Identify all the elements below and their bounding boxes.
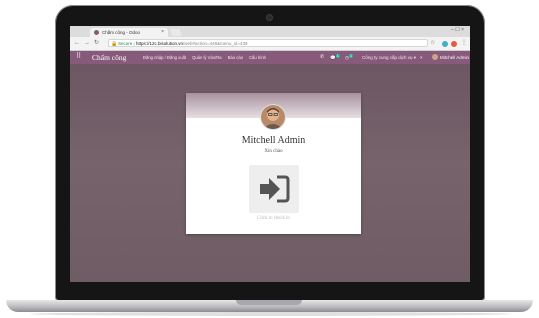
browser-tabstrip: Chấm công - Odoo × – ☐ × [70,26,470,37]
browser-toolbar: ← → ↻ 🔒 Secure | https://12c.bisolution.… [70,37,470,51]
menu-item-checkin[interactable]: Đăng nhập / Đăng xuất [143,51,186,64]
forward-icon[interactable]: → [84,39,90,47]
checkin-card: Mitchell Admin Xin chào Click to check i… [186,93,361,234]
window-controls[interactable]: – ☐ × [451,27,464,33]
back-icon[interactable]: ← [74,39,80,47]
extension-icon[interactable] [442,41,448,47]
caret-down-icon: ▾ [413,55,417,60]
main-content: Mitchell Admin Xin chào Click to check i… [70,64,470,282]
app-name[interactable]: Chấm công [92,52,126,63]
lock-icon: 🔒 [111,41,118,47]
menu-item-config[interactable]: Cấu hình [249,51,266,64]
new-tab-button[interactable] [169,29,183,36]
tab-close-icon[interactable]: × [161,28,164,37]
url-host: https://12c.bisolution.vn [135,41,183,46]
menu-item-manage[interactable]: Quản lý Vào/Ra [192,51,222,64]
tab-title: Chấm công - Odoo [102,30,141,35]
browser-menu-icon[interactable]: ⋮ [461,39,467,46]
address-bar[interactable]: 🔒 Secure | https://12c.bisolution.vn/web… [108,39,428,47]
sign-in-icon [260,175,290,203]
laptop-shadow [30,312,510,316]
screen: Chấm công - Odoo × – ☐ × ← → ↻ 🔒 Secure … [70,26,470,282]
activity-icon[interactable]: ◷1 [345,51,353,64]
secure-label: Secure [118,41,133,46]
url-separator: | [133,41,135,46]
company-switcher[interactable]: Công ty cung cấp dịch vụ ▾ [362,51,416,64]
menu-item-reports[interactable]: Báo cáo [228,51,243,64]
laptop-notch [236,300,302,305]
chat-icon[interactable]: 💬1 [330,51,340,64]
main-menu: Đăng nhập / Đăng xuất Quản lý Vào/Ra Báo… [143,51,266,64]
phone-icon[interactable]: ✆ [320,51,324,64]
greeting-text: Xin chào [264,149,283,154]
employee-name: Mitchell Admin [241,135,306,146]
camera-icon [267,15,272,20]
check-in-button[interactable] [249,165,299,213]
close-icon[interactable]: × [420,51,423,64]
bookmark-star-icon[interactable]: ☆ [430,39,435,46]
check-in-hint: Click to check in [257,216,290,221]
browser-tab[interactable]: Chấm công - Odoo × [90,28,168,37]
company-name: Công ty cung cấp dịch vụ [362,55,413,60]
activity-badge: 1 [348,54,353,58]
url-path: /web#action=448&menu_id=439 [183,41,248,46]
profile-icon[interactable] [451,41,457,47]
odoo-favicon-icon [94,30,99,35]
apps-grid-icon[interactable]: ⠿ [76,53,81,61]
employee-avatar [261,105,285,129]
reload-icon[interactable]: ↻ [94,39,99,47]
odoo-navbar: ⠿ Chấm công Đăng nhập / Đăng xuất Quản l… [70,51,470,64]
user-menu[interactable]: Mitchell Admin ▾ [440,51,470,64]
user-avatar[interactable] [432,54,438,60]
chat-badge: 1 [335,54,340,58]
